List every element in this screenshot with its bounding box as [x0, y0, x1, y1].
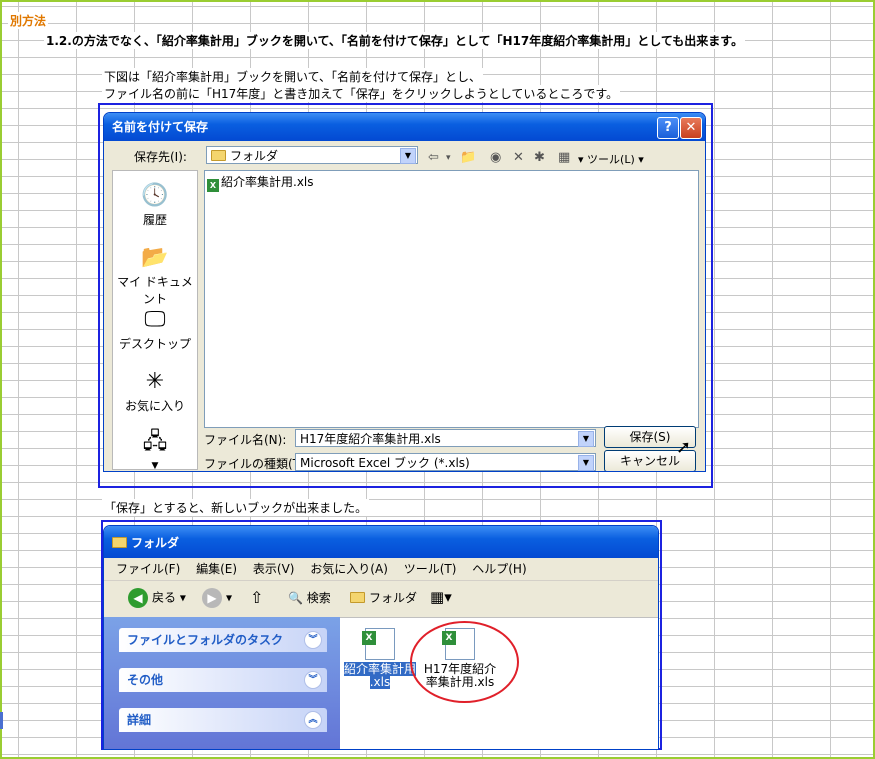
task-pane: ファイルとフォルダのタスク ︾ その他 ︾ 詳細 ︽	[104, 617, 340, 749]
my-documents-icon: 📂	[141, 245, 169, 270]
task-other[interactable]: その他 ︾	[119, 668, 327, 692]
up-folder-icon: ⇧	[250, 588, 264, 607]
highlight-circle	[410, 621, 519, 703]
filename-label: ファイル名(N):	[204, 433, 287, 447]
dialog-title-bar: 名前を付けて保存 ? ✕	[104, 113, 705, 141]
expand-icon[interactable]: ︾	[304, 671, 322, 689]
views-icon: ▦	[430, 588, 445, 606]
list-item[interactable]: X 紹介率集計用.xls	[207, 173, 314, 192]
forward-button[interactable]: ▶ ▾	[202, 588, 232, 608]
expand-icon[interactable]: ︾	[304, 631, 322, 649]
place-history[interactable]: 🕓 履歴	[113, 183, 197, 228]
place-favorites[interactable]: ✳ お気に入り	[113, 369, 197, 414]
search-icon: 🔍	[288, 591, 303, 605]
web-search-icon[interactable]: ◉	[490, 150, 501, 165]
back-label: 戻る	[152, 590, 177, 605]
excel-file-icon: X	[207, 179, 219, 192]
place-desktop[interactable]: 🖵 デスクトップ	[113, 307, 197, 352]
place-favorites-label: お気に入り	[124, 399, 185, 413]
mouse-cursor-icon: ➚	[676, 437, 692, 458]
task-file-folder-label: ファイルとフォルダのタスク	[127, 633, 284, 647]
views-icon[interactable]: ▦	[558, 150, 570, 165]
folders-label: フォルダ	[369, 591, 418, 605]
desktop-icon: 🖵	[144, 307, 166, 332]
filetype-value: Microsoft Excel ブック (*.xls)	[300, 456, 470, 470]
place-my-documents-label: マイ ドキュメント	[117, 275, 193, 306]
menu-edit[interactable]: 編集(E)	[196, 562, 237, 576]
excel-file-icon: X	[362, 628, 395, 660]
back-arrow-icon: ◀	[128, 588, 148, 608]
place-history-label: 履歴	[142, 213, 167, 227]
collapse-icon[interactable]: ︽	[304, 711, 322, 729]
place-my-documents[interactable]: 📂 マイ ドキュメント	[113, 245, 197, 307]
filename-input[interactable]: H17年度紹介率集計用.xls ▼	[295, 429, 596, 447]
chevron-down-icon[interactable]: ▼	[578, 431, 594, 447]
up-folder-button[interactable]: ⇧	[250, 588, 263, 607]
new-folder-icon[interactable]: ✱	[534, 150, 545, 165]
tools-label: ツール(L)	[587, 153, 635, 166]
menu-help[interactable]: ヘルプ(H)	[472, 562, 526, 576]
places-bar: 🕓 履歴 📂 マイ ドキュメント 🖵 デスクトップ ✳ お気に入り 🖧 ▼	[112, 170, 198, 471]
network-icon: 🖧	[142, 429, 168, 454]
file-list[interactable]: X 紹介率集計用.xls	[204, 170, 699, 428]
up-folder-icon[interactable]: 📁	[460, 150, 476, 165]
folder-icon	[112, 537, 127, 548]
caption-line-1: 下図は「紹介率集計用」ブックを開いて、「名前を付けて保存」とし、	[102, 68, 484, 85]
back-button[interactable]: ◀ 戻る ▾	[128, 588, 186, 608]
file-name: 紹介率集計用.xls	[221, 175, 314, 189]
filetype-select[interactable]: Microsoft Excel ブック (*.xls) ▼	[295, 453, 596, 471]
save-as-dialog: 名前を付けて保存 ? ✕ 保存先(I): フォルダ ▼ ⇦ ▾ 📁 ◉ ✕ ✱ …	[103, 112, 706, 472]
caption-line-2: ファイル名の前に「H17年度」と書き加えて「保存」をクリックしようとしているとこ…	[102, 85, 621, 102]
forward-arrow-icon: ▶	[202, 588, 222, 608]
scroll-down-icon[interactable]: ▼	[152, 461, 159, 471]
file-name-line-2: .xls	[369, 675, 391, 689]
filetype-label: ファイルの種類(T):	[204, 457, 309, 471]
menu-tools[interactable]: ツール(T)	[404, 562, 457, 576]
views-button[interactable]: ▦▾	[430, 588, 452, 606]
chevron-down-icon[interactable]: ▼	[578, 455, 594, 471]
back-arrow-icon[interactable]: ⇦	[428, 150, 439, 165]
task-details[interactable]: 詳細 ︽	[119, 708, 327, 732]
location-value: フォルダ	[230, 149, 279, 163]
task-other-label: その他	[127, 673, 164, 687]
folders-button[interactable]: フォルダ	[350, 589, 417, 606]
instruction-text: 1.2.の方法でなく、「紹介率集計用」ブックを開いて、「名前を付けて保存」として…	[44, 32, 746, 49]
close-button[interactable]: ✕	[680, 117, 702, 139]
caption-after-save: 「保存」とすると、新しいブックが出来ました。	[102, 499, 370, 516]
explorer-title: フォルダ	[131, 536, 180, 550]
explorer-window: フォルダ ファイル(F) 編集(E) 表示(V) お気に入り(A) ツール(T)…	[103, 525, 659, 750]
location-combo[interactable]: フォルダ ▼	[206, 146, 418, 164]
chevron-down-icon[interactable]: ▼	[400, 148, 416, 164]
place-network[interactable]: 🖧 ▼	[113, 429, 197, 471]
place-desktop-label: デスクトップ	[118, 337, 191, 351]
task-details-label: 詳細	[127, 713, 152, 727]
tools-menu[interactable]: ▾ ツール(L) ▾	[578, 151, 644, 167]
help-button[interactable]: ?	[657, 117, 679, 139]
menu-view[interactable]: 表示(V)	[253, 562, 295, 576]
task-file-folder[interactable]: ファイルとフォルダのタスク ︾	[119, 628, 327, 652]
dialog-title: 名前を付けて保存	[112, 120, 209, 134]
search-label: 検索	[306, 591, 331, 605]
menu-favorites[interactable]: お気に入り(A)	[310, 562, 388, 576]
history-icon: 🕓	[141, 183, 169, 208]
file-name-line-1: 紹介率集計用	[343, 662, 416, 676]
menu-bar: ファイル(F) 編集(E) 表示(V) お気に入り(A) ツール(T) ヘルプ(…	[104, 558, 658, 581]
location-label: 保存先(I):	[134, 150, 187, 164]
section-heading: 別方法	[8, 12, 49, 29]
row-selection-marker	[0, 712, 3, 729]
folder-icon	[350, 592, 365, 603]
menu-file[interactable]: ファイル(F)	[116, 562, 180, 576]
favorites-icon: ✳	[145, 369, 165, 394]
file-tile-original[interactable]: X 紹介率集計用 .xls	[342, 628, 418, 689]
search-button[interactable]: 🔍 検索	[288, 589, 331, 606]
folder-icon	[211, 150, 226, 161]
delete-icon[interactable]: ✕	[513, 150, 524, 165]
filename-value: H17年度紹介率集計用.xls	[300, 432, 441, 446]
back-dropdown-icon[interactable]: ▾	[446, 153, 451, 163]
explorer-toolbar: ◀ 戻る ▾ ▶ ▾ ⇧ 🔍 検索 フォルダ ▦▾	[104, 581, 658, 618]
explorer-title-bar: フォルダ	[104, 526, 658, 558]
